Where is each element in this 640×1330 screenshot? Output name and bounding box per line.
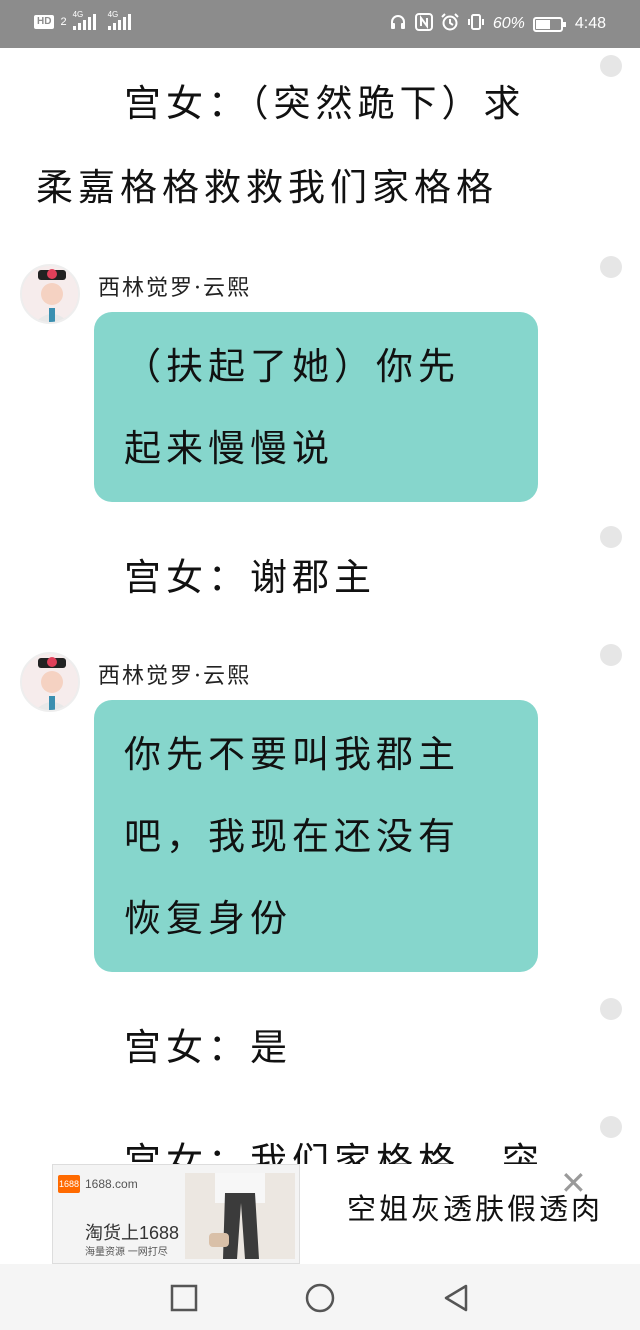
menu-dot[interactable] — [600, 998, 622, 1020]
narration-line: 宫女：我们家格格，突 — [124, 1140, 544, 1164]
ad-slogan: 淘货上1688 — [85, 1223, 180, 1243]
bubble-line: （扶起了她）你先 — [124, 345, 460, 388]
bubble-line: 起来慢慢说 — [124, 427, 334, 470]
clock: 4:48 — [574, 15, 606, 32]
avatar[interactable] — [20, 652, 80, 712]
ad-logo: 1688 — [58, 1175, 80, 1193]
bubble-line: 吧，我现在还没有 — [124, 815, 460, 858]
home-icon[interactable] — [304, 1282, 336, 1314]
battery-icon — [532, 16, 566, 32]
bubble-line: 你先不要叫我郡主 — [124, 733, 460, 776]
avatar[interactable] — [20, 264, 80, 324]
signal-icon-2: 4G — [107, 10, 131, 30]
narration-line: 宫女：（突然跪下）求 — [124, 82, 526, 125]
close-icon[interactable]: ✕ — [560, 1164, 587, 1202]
ad-subtitle: 海量资源 一网打尽 — [85, 1247, 168, 1258]
nav-bar — [0, 1264, 640, 1330]
speaker-name: 西林觉罗·云熙 — [98, 276, 251, 301]
alarm-icon — [441, 13, 459, 35]
status-bar: HD 2 4G 4G 60% 4:48 — [0, 0, 640, 48]
nfc-icon — [414, 13, 433, 35]
ad-banner[interactable]: 1688 1688.com 淘货上1688 海量资源 一网打尽 空姐灰透肤假透肉… — [52, 1164, 640, 1264]
menu-dot[interactable] — [600, 526, 622, 548]
narration-line: 宫女：谢郡主 — [124, 556, 376, 599]
hd-badge: HD — [34, 15, 55, 29]
menu-dot[interactable] — [600, 1116, 622, 1138]
signal-icon: 4G — [72, 10, 96, 30]
narration-line: 宫女：是 — [124, 1026, 292, 1069]
speaker-name: 西林觉罗·云熙 — [98, 664, 251, 689]
sim-number: 2 — [60, 16, 67, 28]
back-icon[interactable] — [440, 1282, 472, 1314]
menu-dot[interactable] — [600, 256, 622, 278]
narration-line: 柔嘉格格救救我们家格格 — [36, 166, 498, 209]
recent-apps-icon[interactable] — [168, 1282, 200, 1314]
vibrate-icon — [467, 13, 485, 35]
ad-card[interactable]: 1688 1688.com 淘货上1688 海量资源 一网打尽 — [52, 1164, 300, 1264]
ad-image — [185, 1173, 295, 1259]
battery-percent: 60% — [492, 15, 525, 32]
menu-dot[interactable] — [600, 644, 622, 666]
bubble-line: 恢复身份 — [124, 897, 292, 940]
ad-site: 1688.com — [85, 1177, 138, 1191]
message-bubble: 你先不要叫我郡主 吧，我现在还没有 恢复身份 — [94, 700, 538, 972]
menu-dot[interactable] — [600, 55, 622, 77]
message-bubble: （扶起了她）你先 起来慢慢说 — [94, 312, 538, 502]
headphones-icon — [389, 13, 407, 35]
